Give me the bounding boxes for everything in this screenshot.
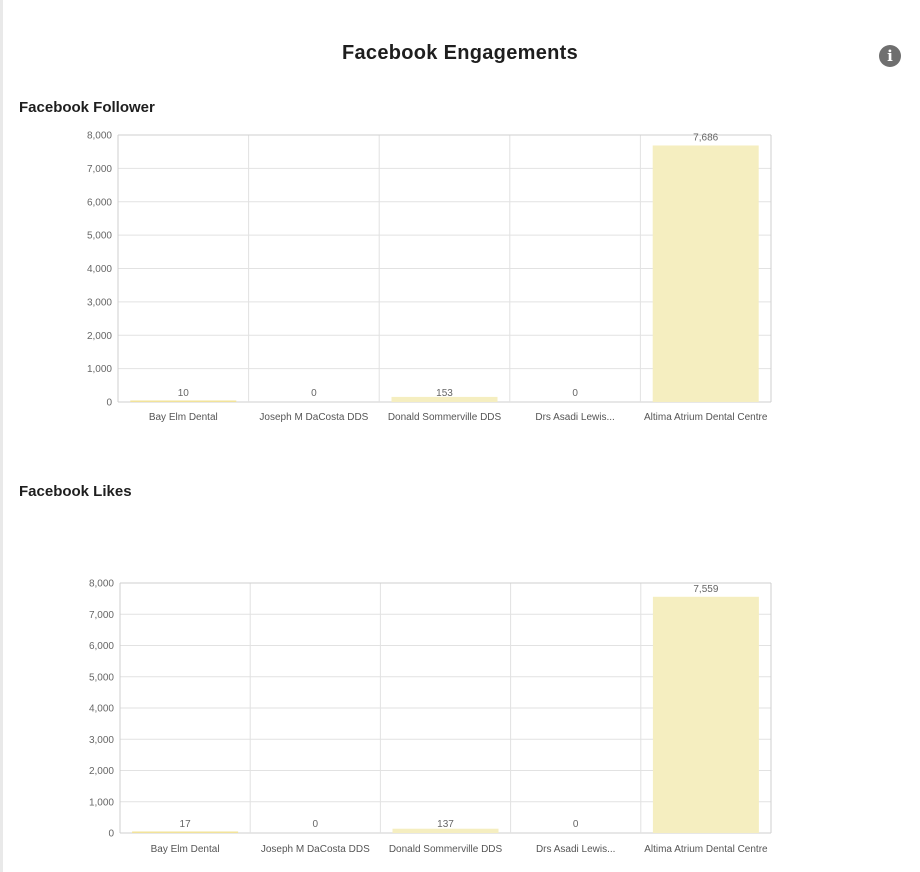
x-category-label: Bay Elm Dental [149,412,218,423]
data-label: 137 [437,819,454,830]
y-tick-label: 2,000 [87,331,112,342]
bar [652,596,759,833]
bar [132,831,239,833]
x-category-label: Donald Sommerville DDS [388,412,502,423]
x-category-label: Joseph M DaCosta DDS [259,412,368,423]
y-tick-label: 6,000 [87,197,112,208]
y-tick-label: 1,000 [89,797,114,808]
likes-chart-title: Facebook Likes [19,483,132,500]
x-category-label: Donald Sommerville DDS [389,844,503,855]
y-tick-label: 8,000 [87,131,112,142]
y-tick-label: 5,000 [87,231,112,242]
y-tick-label: 1,000 [87,364,112,375]
y-tick-label: 7,000 [89,610,114,621]
x-category-label: Altima Atrium Dental Centre [644,844,768,855]
x-category-label: Bay Elm Dental [151,844,220,855]
data-label: 153 [436,388,453,399]
y-tick-label: 8,000 [89,579,114,590]
y-tick-label: 4,000 [89,704,114,715]
data-label: 10 [178,388,190,399]
data-label: 0 [573,819,579,830]
bar [130,400,237,402]
data-label: 0 [313,819,319,830]
x-category-label: Drs Asadi Lewis... [535,412,614,423]
facebook-likes-chart: 0 1,000 2,000 3,000 4,000 5,000 6,000 7,000 8,00… [89,579,772,855]
y-tick-label: 7,000 [87,164,112,175]
page-title: Facebook Engagements [341,42,579,64]
y-tick-label: 3,000 [89,735,114,746]
x-category-label: Drs Asadi Lewis... [536,844,615,855]
data-label: 0 [572,388,578,399]
data-label: 7,559 [693,584,718,595]
y-tick-label: 2,000 [89,766,114,777]
x-category-label: Altima Atrium Dental Centre [644,412,768,423]
data-label: 7,686 [693,132,718,143]
data-label: 0 [311,388,317,399]
bar [652,145,759,403]
follower-chart-title: Facebook Follower [19,99,155,116]
y-tick-label: 5,000 [89,672,114,683]
y-tick-label: 0 [106,398,112,409]
y-tick-label: 3,000 [87,297,112,308]
x-category-label: Joseph M DaCosta DDS [261,844,370,855]
data-label: 17 [180,819,192,830]
y-tick-label: 0 [108,829,114,840]
y-tick-label: 6,000 [89,641,114,652]
y-tick-label: 4,000 [87,264,112,275]
facebook-follower-chart: 0 1,000 2,000 3,000 4,000 5,000 6,000 7,000 8,00… [87,131,772,423]
info-icon[interactable]: i [879,45,901,67]
